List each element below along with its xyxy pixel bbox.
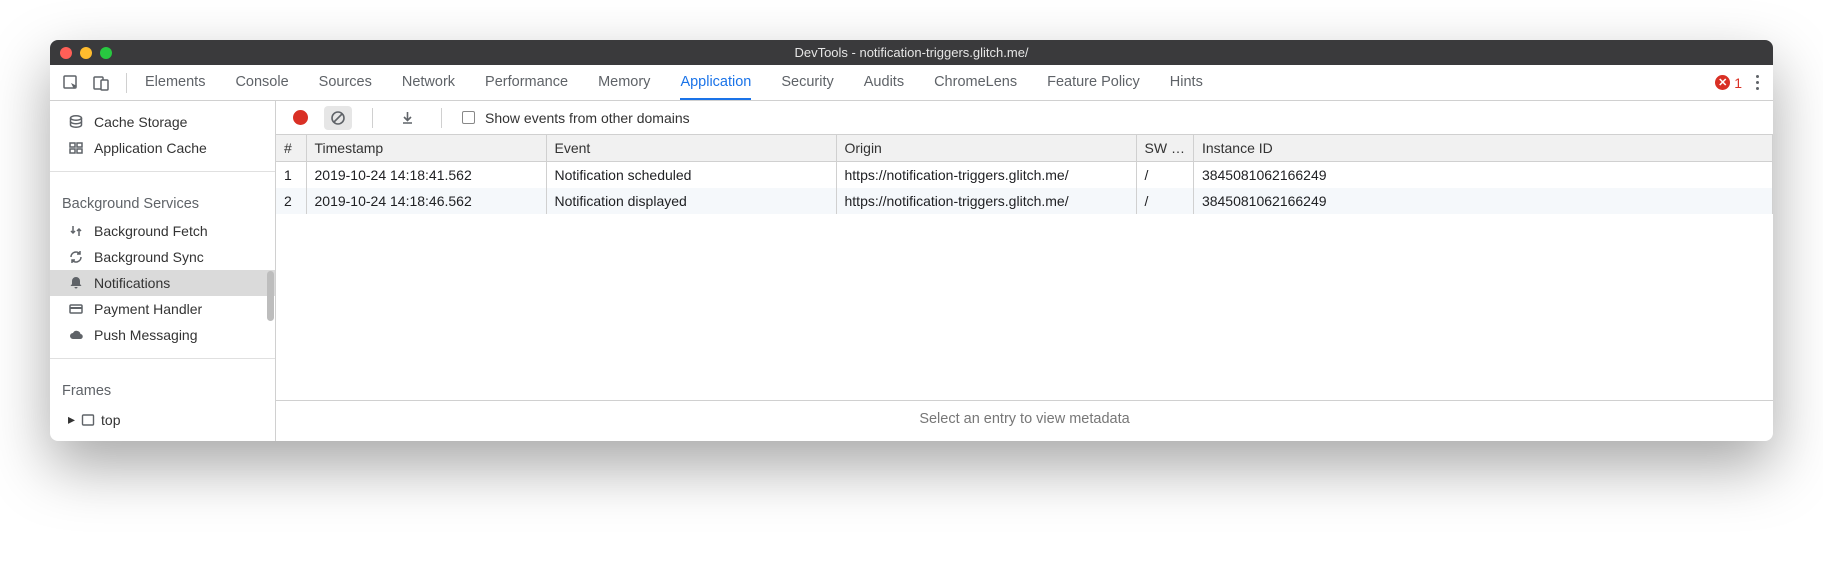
sidebar-item-background-sync[interactable]: Background Sync <box>50 244 275 270</box>
table-cell: 1 <box>276 162 306 189</box>
appcache-icon <box>68 140 84 156</box>
download-button[interactable] <box>393 106 421 130</box>
bgsync-icon <box>68 249 84 265</box>
sidebar-item-background-fetch[interactable]: Background Fetch <box>50 218 275 244</box>
sidebar-item-push-messaging[interactable]: Push Messaging <box>50 322 275 348</box>
tab-hints[interactable]: Hints <box>1170 66 1203 100</box>
column-header[interactable]: Instance ID <box>1193 135 1772 162</box>
column-header[interactable]: Event <box>546 135 836 162</box>
table-cell: 2019-10-24 14:18:46.562 <box>306 188 546 214</box>
payment-icon <box>68 301 84 317</box>
events-table-wrap: #TimestampEventOriginSW …Instance ID 120… <box>276 135 1773 401</box>
table-header-row: #TimestampEventOriginSW …Instance ID <box>276 135 1773 162</box>
devtools-window: DevTools - notification-triggers.glitch.… <box>50 40 1773 441</box>
tab-feature-policy[interactable]: Feature Policy <box>1047 66 1140 100</box>
main-panel: Show events from other domains #Timestam… <box>276 101 1773 441</box>
divider <box>126 73 127 93</box>
maximize-window-button[interactable] <box>100 47 112 59</box>
column-header[interactable]: Origin <box>836 135 1136 162</box>
sidebar-item-payment-handler[interactable]: Payment Handler <box>50 296 275 322</box>
sidebar-section-frames: Frames <box>50 369 275 405</box>
table-cell: 2019-10-24 14:18:41.562 <box>306 162 546 189</box>
tab-performance[interactable]: Performance <box>485 66 568 100</box>
bgfetch-icon <box>68 223 84 239</box>
frames-top-row[interactable]: ▸ top <box>50 405 275 432</box>
table-row[interactable]: 12019-10-24 14:18:41.562Notification sch… <box>276 162 1773 189</box>
error-icon: ✕ <box>1715 75 1730 90</box>
error-count-badge[interactable]: ✕ 1 <box>1715 75 1742 91</box>
column-header[interactable]: Timestamp <box>306 135 546 162</box>
sidebar-item-label: Application Cache <box>94 140 207 156</box>
show-other-domains-label: Show events from other domains <box>485 110 690 126</box>
column-header[interactable]: # <box>276 135 306 162</box>
table-cell: https://notification-triggers.glitch.me/ <box>836 162 1136 189</box>
traffic-lights <box>60 47 112 59</box>
metadata-placeholder: Select an entry to view metadata <box>276 401 1773 441</box>
device-toolbar-icon[interactable] <box>92 74 110 92</box>
sidebar-item-label: Background Fetch <box>94 223 208 239</box>
tab-sources[interactable]: Sources <box>319 66 372 100</box>
table-cell: 3845081062166249 <box>1193 162 1772 189</box>
sidebar-item-label: Push Messaging <box>94 327 198 343</box>
table-cell: https://notification-triggers.glitch.me/ <box>836 188 1136 214</box>
events-table: #TimestampEventOriginSW …Instance ID 120… <box>276 135 1773 214</box>
table-cell: Notification scheduled <box>546 162 836 189</box>
titlebar: DevTools - notification-triggers.glitch.… <box>50 40 1773 65</box>
tab-security[interactable]: Security <box>781 66 833 100</box>
sidebar-item-label: Cache Storage <box>94 114 187 130</box>
top-tab-strip: Elements Console Sources Network Performance… <box>50 65 1773 101</box>
sidebar-item-label: Background Sync <box>94 249 204 265</box>
record-button[interactable] <box>286 106 314 130</box>
more-menu-button[interactable] <box>1756 75 1759 90</box>
database-icon <box>68 114 84 130</box>
table-cell: / <box>1136 188 1193 214</box>
minimize-window-button[interactable] <box>80 47 92 59</box>
column-header[interactable]: SW … <box>1136 135 1193 162</box>
table-cell: 3845081062166249 <box>1193 188 1772 214</box>
sidebar-item-label: Notifications <box>94 275 170 291</box>
table-cell: Notification displayed <box>546 188 836 214</box>
tab-application[interactable]: Application <box>680 66 751 100</box>
tab-network[interactable]: Network <box>402 66 455 100</box>
divider <box>372 108 373 128</box>
table-cell: / <box>1136 162 1193 189</box>
show-other-domains-checkbox[interactable] <box>462 111 475 124</box>
bell-icon <box>68 275 84 291</box>
cloud-icon <box>68 327 84 343</box>
sidebar-scrollbar[interactable] <box>267 271 274 321</box>
panel-body: Cache Storage Application Cache Backgroun… <box>50 101 1773 441</box>
tab-chromelens[interactable]: ChromeLens <box>934 66 1017 100</box>
close-window-button[interactable] <box>60 47 72 59</box>
download-icon <box>400 110 415 125</box>
table-cell: 2 <box>276 188 306 214</box>
window-title: DevTools - notification-triggers.glitch.… <box>794 45 1028 60</box>
sidebar-item-label: Payment Handler <box>94 301 202 317</box>
frame-icon <box>81 413 95 427</box>
sidebar-item-notifications[interactable]: Notifications <box>50 270 275 296</box>
sidebar-item-cache-storage[interactable]: Cache Storage <box>50 109 275 135</box>
frames-top-label: top <box>101 412 120 428</box>
tab-audits[interactable]: Audits <box>864 66 904 100</box>
table-row[interactable]: 22019-10-24 14:18:46.562Notification dis… <box>276 188 1773 214</box>
divider <box>441 108 442 128</box>
events-toolbar: Show events from other domains <box>276 101 1773 135</box>
sidebar-item-application-cache[interactable]: Application Cache <box>50 135 275 161</box>
expand-triangle-icon: ▸ <box>68 411 75 428</box>
sidebar: Cache Storage Application Cache Backgroun… <box>50 101 276 441</box>
error-count: 1 <box>1734 75 1742 91</box>
sidebar-section-background-services: Background Services <box>50 182 275 218</box>
clear-button[interactable] <box>324 106 352 130</box>
clear-icon <box>330 110 346 126</box>
inspect-element-icon[interactable] <box>62 74 80 92</box>
tab-memory[interactable]: Memory <box>598 66 650 100</box>
tab-elements[interactable]: Elements <box>145 66 205 100</box>
tab-console[interactable]: Console <box>235 66 288 100</box>
